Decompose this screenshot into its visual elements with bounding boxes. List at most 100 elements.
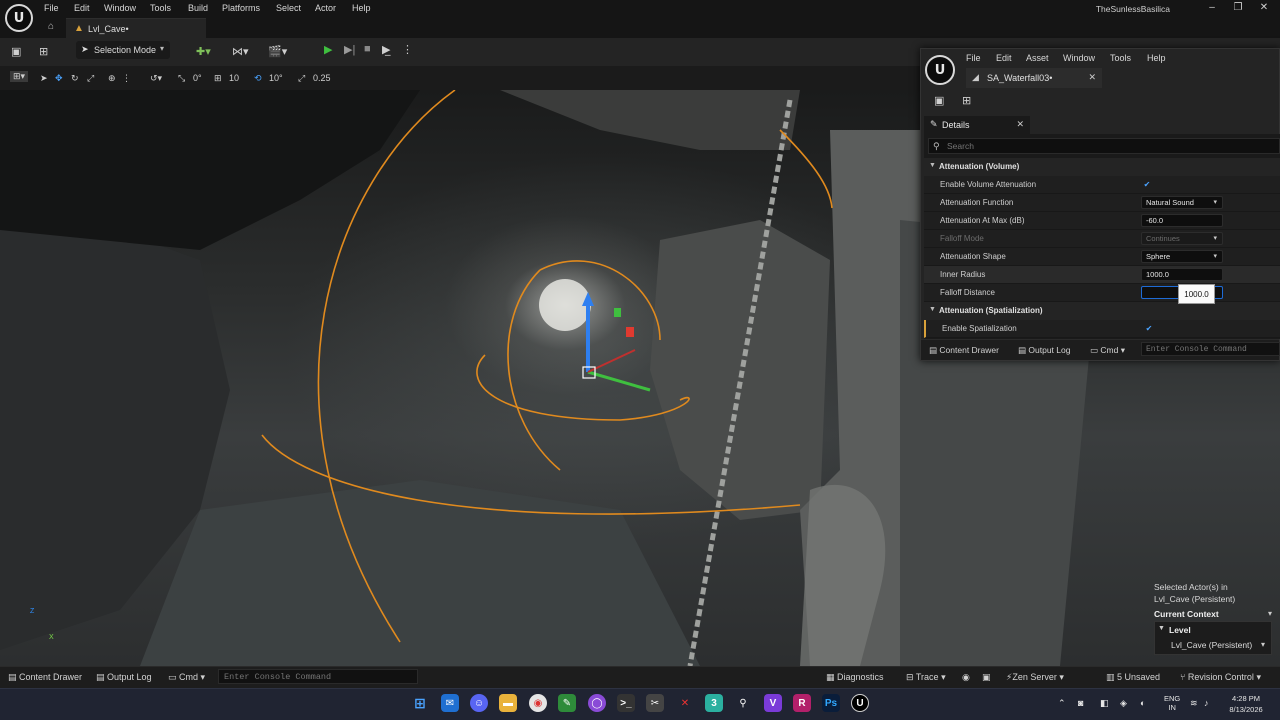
angle-snap-value[interactable]: 10°	[269, 73, 283, 83]
selection-mode-dropdown[interactable]: ➤ Selection Mode ▾	[76, 41, 170, 59]
diagnostics-button[interactable]: ▦ Diagnostics	[826, 672, 884, 683]
details-search-input[interactable]	[947, 140, 1267, 152]
content-drawer-button[interactable]: ▤ Content Drawer	[8, 672, 82, 683]
asset-console-command-input[interactable]	[1141, 342, 1280, 356]
save-icon[interactable]: ▣	[11, 45, 21, 58]
zen-server-button[interactable]: ⚡Zen Server ▾	[1006, 672, 1064, 683]
more-icon[interactable]: ⋮	[122, 73, 131, 84]
outlook-icon[interactable]: ✉	[441, 694, 459, 712]
terminal-icon[interactable]: >_	[617, 694, 635, 712]
menu-help[interactable]: Help	[352, 3, 371, 13]
angle-snap-icon[interactable]: ⟲	[254, 73, 262, 84]
menu-tools[interactable]: Tools	[150, 3, 171, 13]
github-icon[interactable]: ◯	[588, 694, 606, 712]
asset-menu-edit[interactable]: Edit	[996, 53, 1012, 63]
grid-snap-icon[interactable]: ⊞	[214, 73, 222, 84]
unreal-logo-icon[interactable]: U	[5, 4, 33, 32]
snipping-icon[interactable]: ✂	[646, 694, 664, 712]
volume-icon[interactable]: ♪	[1204, 698, 1209, 708]
chevron-down-icon[interactable]: ▾	[1261, 640, 1265, 649]
maximize-icon[interactable]: ❐	[1229, 2, 1247, 13]
step-icon[interactable]: ▶|	[344, 43, 355, 56]
asset-menu-window[interactable]: Window	[1063, 53, 1095, 63]
language-indicator[interactable]: ENG IN	[1164, 694, 1180, 712]
menu-build[interactable]: Build	[188, 3, 208, 13]
close-tab-icon[interactable]: ✕	[1088, 72, 1096, 83]
asset-menu-file[interactable]: File	[966, 53, 981, 63]
browse-icon[interactable]: ⊞	[39, 45, 48, 58]
falloff-mode-dropdown[interactable]: Continues ▾	[1141, 232, 1223, 245]
menu-window[interactable]: Window	[104, 3, 136, 13]
grid-snap-value[interactable]: 10	[229, 73, 239, 83]
file-explorer-icon[interactable]: ▬	[499, 694, 517, 712]
windows-start-icon[interactable]: ⊞	[411, 694, 429, 712]
asset-menu-tools[interactable]: Tools	[1110, 53, 1131, 63]
add-actor-icon[interactable]: ✚▾	[196, 45, 211, 58]
details-search-box[interactable]: ⚲	[928, 138, 1280, 154]
asset-menu-asset[interactable]: Asset	[1026, 53, 1049, 63]
rotate-snap-icon[interactable]: ⤡	[178, 73, 185, 84]
wifi-icon[interactable]: ≋	[1190, 698, 1198, 709]
cinematics-icon[interactable]: 🎬▾	[268, 45, 287, 58]
visual-studio-icon[interactable]: V	[764, 694, 782, 712]
unreal-taskbar-icon[interactable]: U	[851, 694, 869, 712]
trace-button[interactable]: ⊟ Trace ▾	[906, 672, 946, 683]
surface-snap-icon[interactable]: ↺▾	[150, 73, 162, 84]
cmd-dropdown[interactable]: ▭ Cmd ▾	[168, 672, 205, 683]
menu-edit[interactable]: Edit	[74, 3, 90, 13]
scale-snap-icon[interactable]: ⤢	[298, 73, 305, 84]
search-app-icon[interactable]: ⚲	[734, 694, 752, 712]
select-tool-icon[interactable]: ➤	[40, 73, 48, 84]
menu-platforms[interactable]: Platforms	[222, 3, 260, 13]
attenuation-function-dropdown[interactable]: Natural Sound ▾	[1141, 196, 1223, 209]
home-icon[interactable]: ⌂	[48, 21, 54, 32]
collapse-icon[interactable]: ▼	[1158, 625, 1165, 632]
app-3-icon[interactable]: 3	[705, 694, 723, 712]
asset-output-log-button[interactable]: ▤ Output Log	[1018, 345, 1070, 356]
notepad-icon[interactable]: ✎	[558, 694, 576, 712]
photoshop-icon[interactable]: Ps	[822, 694, 840, 712]
tab-level[interactable]: ▲ Lvl_Cave•	[66, 18, 206, 38]
unreal-logo-icon[interactable]: U	[925, 55, 955, 85]
unsaved-button[interactable]: ▥ 5 Unsaved	[1106, 672, 1160, 683]
snapshot-icon[interactable]: ▣	[982, 672, 991, 683]
tray-app-icon[interactable]: ◙	[1078, 698, 1083, 708]
menu-file[interactable]: File	[44, 3, 59, 13]
red-app-icon[interactable]: ✕	[676, 694, 694, 712]
record-icon[interactable]: ◉	[962, 672, 970, 683]
menu-actor[interactable]: Actor	[315, 3, 336, 13]
attenuation-shape-dropdown[interactable]: Sphere ▾	[1141, 250, 1223, 263]
section-attenuation-volume[interactable]: ▼ Attenuation (Volume)	[924, 158, 1280, 176]
tray-app2-icon[interactable]: ◧	[1100, 698, 1109, 709]
close-tab-icon[interactable]: ✕	[1016, 119, 1024, 130]
menu-select[interactable]: Select	[276, 3, 301, 13]
asset-content-drawer-button[interactable]: ▤ Content Drawer	[929, 345, 999, 356]
save-icon[interactable]: ▣	[934, 94, 944, 107]
scale-snap-value[interactable]: 0.25	[313, 73, 331, 83]
output-log-button[interactable]: ▤ Output Log	[96, 672, 152, 683]
move-tool-icon[interactable]: ✥	[55, 73, 63, 84]
tab-details[interactable]: ✎ Details ✕	[924, 116, 1030, 134]
enable-volume-attenuation-checkbox[interactable]: ✔	[1142, 180, 1152, 190]
minimize-icon[interactable]: –	[1203, 2, 1221, 13]
tab-sound-attenuation[interactable]: ◢ SA_Waterfall03• ✕	[966, 68, 1102, 88]
asset-cmd-dropdown[interactable]: ▭ Cmd ▾	[1090, 345, 1125, 356]
chevron-down-icon[interactable]: ▾	[1268, 609, 1272, 618]
attenuation-at-max-input[interactable]: -60.0	[1141, 214, 1223, 227]
tray-chevron-icon[interactable]: ⌃	[1058, 698, 1066, 709]
console-command-input[interactable]	[218, 669, 418, 684]
world-space-icon[interactable]: ⊕	[108, 73, 116, 84]
clock[interactable]: 4:28 PM 8/13/2026	[1224, 693, 1268, 715]
tray-app4-icon[interactable]: ◐	[1140, 698, 1145, 708]
close-icon[interactable]: ✕	[1255, 2, 1273, 13]
scale-tool-icon[interactable]: ⤢	[87, 73, 94, 84]
discord-icon[interactable]: ☺	[470, 694, 488, 712]
tray-app3-icon[interactable]: ◈	[1120, 698, 1127, 709]
rd-app-icon[interactable]: R	[793, 694, 811, 712]
section-attenuation-spatialization[interactable]: ▼ Attenuation (Spatialization)	[924, 302, 1280, 320]
blueprint-icon[interactable]: ⋈▾	[232, 45, 249, 58]
play-icon[interactable]: ▶	[324, 43, 332, 56]
more-options-icon[interactable]: ⋮	[402, 43, 413, 56]
level-context-box[interactable]: ▼ Level Lvl_Cave (Persistent) ▾	[1154, 621, 1272, 655]
rotate-tool-icon[interactable]: ↻	[71, 73, 79, 84]
